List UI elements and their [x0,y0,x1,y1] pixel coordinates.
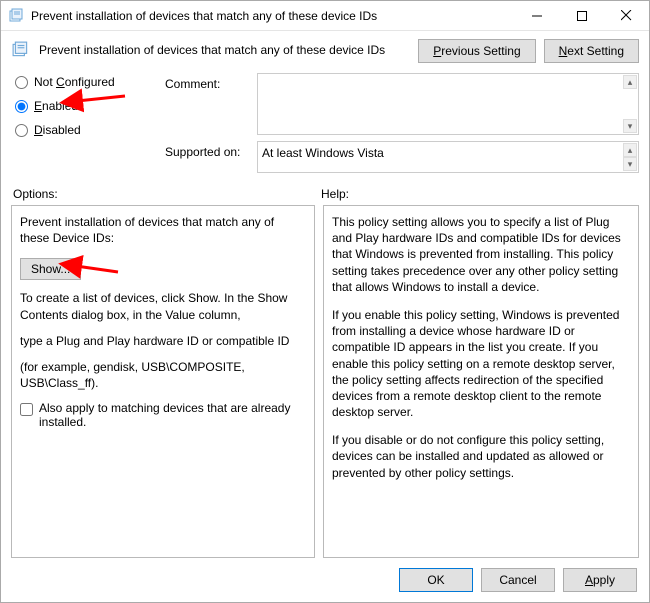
supported-on-label: Supported on: [165,141,251,159]
show-button[interactable]: Show... [20,258,81,280]
next-rest: ext Setting [567,44,624,58]
window-title: Prevent installation of devices that mat… [31,9,514,23]
apply-button[interactable]: Apply [563,568,637,592]
prev-rest: revious Setting [441,44,520,58]
minimize-button[interactable] [514,1,559,30]
ok-button[interactable]: OK [399,568,473,592]
supported-on-value: At least Windows Vista [262,146,384,160]
dialog-footer: OK Cancel Apply [1,558,649,602]
help-pane: This policy setting allows you to specif… [323,205,639,558]
options-intro: Prevent installation of devices that mat… [20,214,306,246]
state-radio-group: Not Configured Enabled Disabled [15,73,155,173]
previous-setting-button[interactable]: Previous Setting [418,39,535,63]
options-label: Options: [13,187,321,201]
cancel-button[interactable]: Cancel [481,568,555,592]
scroll-up-icon[interactable]: ▴ [623,75,637,89]
titlebar: Prevent installation of devices that mat… [1,1,649,31]
radio-enabled[interactable]: Enabled [15,99,155,113]
close-button[interactable] [604,1,649,30]
config-area: Not Configured Enabled Disabled [1,63,649,173]
help-label: Help: [321,187,637,201]
next-setting-button[interactable]: Next Setting [544,39,639,63]
comment-textbox[interactable]: ▴ ▾ [257,73,639,135]
policy-editor-window: Prevent installation of devices that mat… [0,0,650,603]
help-p3: If you disable or do not configure this … [332,432,630,481]
radio-disabled[interactable]: Disabled [15,123,155,137]
radio-not-configured[interactable]: Not Configured [15,75,155,89]
app-icon [9,8,25,24]
pane-labels: Options: Help: [1,173,649,205]
supported-on-box: At least Windows Vista ▴ ▾ [257,141,639,173]
scroll-down-icon[interactable]: ▾ [623,119,637,133]
options-pane: Prevent installation of devices that mat… [11,205,315,558]
maximize-button[interactable] [559,1,604,30]
also-apply-checkbox[interactable] [20,403,33,416]
header-row: Prevent installation of devices that mat… [1,31,649,63]
policy-title: Prevent installation of devices that mat… [39,37,410,57]
options-line2: type a Plug and Play hardware ID or comp… [20,333,306,349]
policy-icon [12,41,30,62]
help-p2: If you enable this policy setting, Windo… [332,307,630,420]
comment-label: Comment: [165,73,251,91]
help-p1: This policy setting allows you to specif… [332,214,630,295]
scroll-down-icon[interactable]: ▾ [623,157,637,171]
also-apply-label: Also apply to matching devices that are … [39,401,306,429]
options-line1: To create a list of devices, click Show.… [20,290,306,322]
options-line3: (for example, gendisk, USB\COMPOSITE, US… [20,359,306,391]
scroll-up-icon[interactable]: ▴ [623,143,637,157]
